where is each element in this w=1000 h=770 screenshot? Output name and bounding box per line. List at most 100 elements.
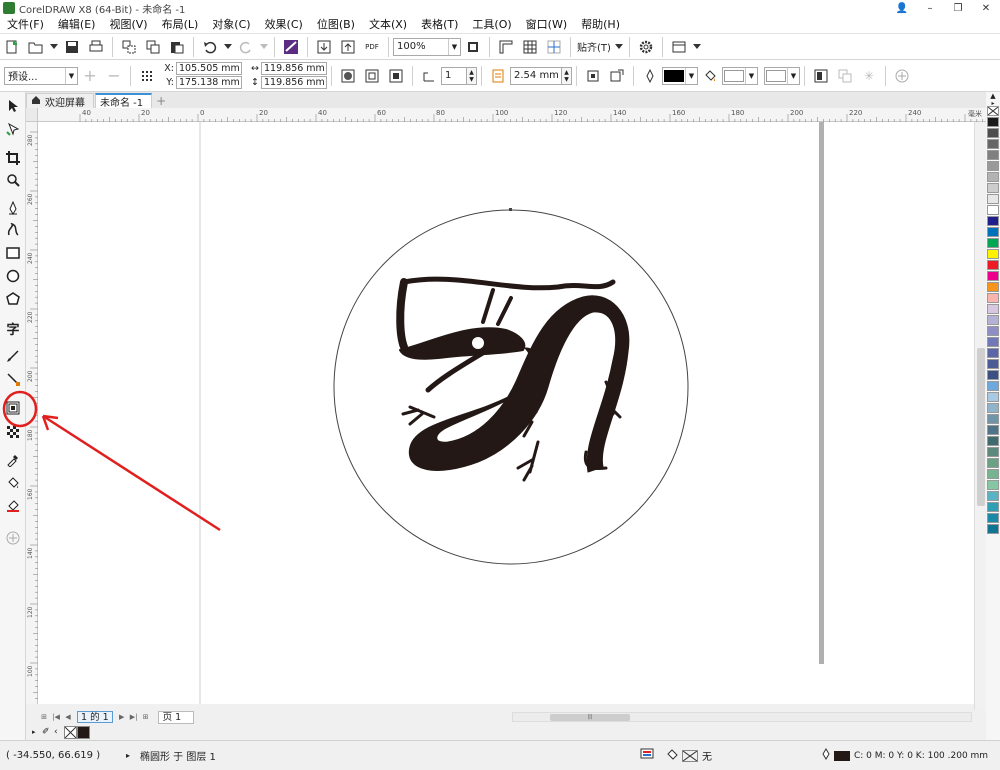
menu-effects[interactable]: 效果(C) <box>258 16 310 34</box>
menu-layout[interactable]: 布局(L) <box>155 16 206 34</box>
outline-width-spinner[interactable]: ▲ ▼ <box>562 66 572 85</box>
menu-table[interactable]: 表格(T) <box>414 16 465 34</box>
page-tab-1[interactable]: 页 1 <box>157 710 195 724</box>
text-tool-icon[interactable]: 字 <box>3 318 23 338</box>
zoom-tool-icon[interactable] <box>3 170 23 190</box>
pick-tool-icon[interactable] <box>3 96 23 116</box>
full-screen-icon[interactable] <box>462 36 484 58</box>
horizontal-scroll-thumb[interactable]: ||| <box>550 714 630 721</box>
preset-select[interactable]: 预设... ▼ <box>4 66 78 85</box>
open-folder-icon[interactable] <box>25 36 47 58</box>
connector-tool-icon[interactable] <box>3 369 23 389</box>
open-dropdown-icon[interactable] <box>49 36 59 58</box>
undo-icon[interactable] <box>199 36 221 58</box>
menu-file[interactable]: 文件(F) <box>0 16 51 34</box>
add-page-before-icon[interactable]: ⊞ <box>38 711 50 723</box>
palette-swatch[interactable] <box>987 447 999 457</box>
palette-swatch[interactable] <box>987 337 999 347</box>
artistic-media-tool-icon[interactable] <box>3 220 23 240</box>
palette-swatch[interactable] <box>987 150 999 160</box>
outline-width-input[interactable]: 2.54 mm <box>510 66 562 85</box>
eyedropper-tool-icon[interactable] <box>3 450 23 470</box>
prev-page-icon[interactable]: ◀ <box>62 711 74 723</box>
x-position-input[interactable]: 105.505 mm <box>176 62 242 75</box>
cut-icon[interactable] <box>118 36 140 58</box>
count-input[interactable]: 1 <box>441 66 467 85</box>
menu-edit[interactable]: 编辑(E) <box>51 16 103 34</box>
palette-swatch[interactable] <box>987 425 999 435</box>
object-properties-icon[interactable] <box>810 65 832 87</box>
width-input[interactable]: 119.856 mm <box>261 62 327 75</box>
minimize-button[interactable]: – <box>916 0 944 16</box>
to-front-icon[interactable] <box>606 65 628 87</box>
menu-view[interactable]: 视图(V) <box>102 16 154 34</box>
palette-swatch[interactable] <box>987 524 999 534</box>
menu-object[interactable]: 对象(C) <box>205 16 257 34</box>
ellipse-mode-icon[interactable] <box>337 65 359 87</box>
next-page-icon[interactable]: ▶ <box>116 711 128 723</box>
palette-swatch[interactable] <box>987 414 999 424</box>
palette-swatch[interactable] <box>987 392 999 402</box>
polygon-tool-icon[interactable] <box>3 289 23 309</box>
menu-tools[interactable]: 工具(O) <box>465 16 518 34</box>
doc-black-swatch[interactable] <box>77 725 90 739</box>
height-input[interactable]: 119.856 mm <box>261 76 327 89</box>
palette-swatch[interactable] <box>987 370 999 380</box>
save-icon[interactable] <box>61 36 83 58</box>
remove-preset-icon[interactable]: − <box>103 65 125 87</box>
menu-window[interactable]: 窗口(W) <box>519 16 574 34</box>
undo-dropdown-icon[interactable] <box>223 36 233 58</box>
print-icon[interactable] <box>85 36 107 58</box>
color-proof-icon[interactable] <box>640 748 666 763</box>
publish-pdf-icon[interactable]: PDF <box>361 36 383 58</box>
palette-swatch[interactable] <box>987 458 999 468</box>
pie-mode-icon[interactable] <box>361 65 383 87</box>
new-document-icon[interactable] <box>1 36 23 58</box>
palette-swatch[interactable] <box>987 139 999 149</box>
menu-text[interactable]: 文本(X) <box>362 16 414 34</box>
arc-mode-icon[interactable] <box>385 65 407 87</box>
doc-palette-back-icon[interactable]: ‹ <box>54 727 64 737</box>
ellipse-tool-icon[interactable] <box>3 266 23 286</box>
zoom-level-select[interactable]: 100% ▼ <box>393 37 461 56</box>
palette-swatch[interactable] <box>987 260 999 270</box>
palette-swatch[interactable] <box>987 227 999 237</box>
palette-swatch[interactable] <box>987 304 999 314</box>
add-page-after-icon[interactable]: ⊞ <box>140 711 152 723</box>
palette-swatch[interactable] <box>987 491 999 501</box>
palette-swatch[interactable] <box>987 249 999 259</box>
doc-no-color-swatch[interactable] <box>64 725 77 739</box>
no-color-swatch[interactable] <box>987 106 999 116</box>
palette-swatch[interactable] <box>987 403 999 413</box>
wrap-text-icon[interactable] <box>582 65 604 87</box>
palette-swatch[interactable] <box>987 315 999 325</box>
copy-icon[interactable] <box>142 36 164 58</box>
palette-swatch[interactable] <box>987 326 999 336</box>
convert-to-curves-icon[interactable] <box>834 65 856 87</box>
palette-swatch[interactable] <box>987 183 999 193</box>
object-origin-icon[interactable] <box>136 65 158 87</box>
show-rulers-icon[interactable] <box>495 36 517 58</box>
import-icon[interactable] <box>313 36 335 58</box>
palette-swatch[interactable] <box>987 205 999 215</box>
add-preset-icon[interactable]: + <box>79 65 101 87</box>
close-button[interactable]: ✕ <box>972 0 1000 16</box>
menu-help[interactable]: 帮助(H) <box>574 16 627 34</box>
options-gear-icon[interactable] <box>635 36 657 58</box>
crop-tool-icon[interactable] <box>3 148 23 168</box>
vertical-scrollbar[interactable] <box>974 122 986 718</box>
horizontal-ruler[interactable]: 40 20 0 20 40 60 80 100 120 140 160 180 200 220 240 毫米 <box>38 108 988 122</box>
drawing-canvas[interactable] <box>38 122 974 704</box>
freehand-tool-icon[interactable] <box>3 198 23 218</box>
launcher-dropdown-icon[interactable] <box>692 36 702 58</box>
palette-swatch[interactable] <box>987 216 999 226</box>
palette-swatch[interactable] <box>987 161 999 171</box>
y-position-input[interactable]: 175.138 mm <box>176 76 242 89</box>
redo-icon[interactable] <box>235 36 257 58</box>
tab-welcome-screen[interactable]: 欢迎屏幕 <box>26 93 94 109</box>
tab-untitled-1[interactable]: 未命名 -1 <box>95 93 153 109</box>
palette-swatch[interactable] <box>987 469 999 479</box>
search-content-icon[interactable] <box>280 36 302 58</box>
snap-dropdown-icon[interactable] <box>614 36 624 58</box>
fill-color-select[interactable]: ▼ <box>722 66 758 85</box>
